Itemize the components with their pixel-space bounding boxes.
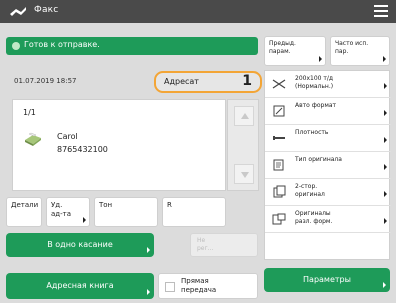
datetime: 01.07.2019 18:57 <box>14 77 77 85</box>
tone-label: Тон <box>99 201 113 209</box>
chevron-right-icon <box>384 137 387 143</box>
original-type-icon <box>273 159 284 171</box>
status-dot-icon <box>12 42 20 50</box>
fax-machine-icon <box>25 132 41 146</box>
original-type-item[interactable]: Тип оригинала <box>265 152 391 179</box>
destination-box[interactable]: 1/1 Carol 8765432100 <box>12 99 226 191</box>
main-panel: Готов к отправке. 01.07.2019 18:57 Адрес… <box>6 27 262 299</box>
menu-icon[interactable] <box>374 5 388 17</box>
chevron-right-icon <box>83 217 86 223</box>
duplex-label: 2-стор. оригинал <box>295 183 325 198</box>
arrow-up-icon <box>241 113 249 119</box>
favorite-settings-label: Часто исп. пар. <box>335 40 369 55</box>
size-item[interactable]: Авто формат <box>265 98 391 125</box>
chevron-right-icon <box>384 164 387 170</box>
delete-destination-label: Уд. ад-та <box>51 201 72 218</box>
address-book-label: Адресная книга <box>46 281 114 290</box>
duplex-icon <box>273 185 286 198</box>
app-title: Факс <box>34 5 59 15</box>
addressee-label: Адресат <box>164 77 199 86</box>
resolution-label: 200x100 т/д (Нормальн.) <box>295 75 334 90</box>
density-item[interactable]: Плотность <box>265 125 391 152</box>
chevron-right-icon <box>147 247 150 253</box>
status-text: Готов к отправке. <box>24 40 100 49</box>
parameters-button[interactable]: Параметры <box>264 268 390 292</box>
destination-number: 8765432100 <box>57 145 108 154</box>
title-bar: Факс <box>0 0 396 23</box>
favorite-settings-button[interactable]: Часто исп. пар. <box>330 36 390 66</box>
addressee-count: 1 <box>242 73 252 89</box>
chevron-right-icon <box>319 56 322 62</box>
previous-settings-label: Предыд. парам. <box>269 40 296 55</box>
chevron-right-icon <box>384 218 387 224</box>
chevron-right-icon <box>147 289 150 295</box>
parameters-label: Параметры <box>303 275 351 284</box>
format-icon <box>273 105 285 117</box>
destination-scroll[interactable] <box>227 99 259 191</box>
direct-send-toggle[interactable]: Прямая передача <box>158 273 258 299</box>
previous-settings-button[interactable]: Предыд. парам. <box>264 36 326 66</box>
r-label: R <box>167 201 172 209</box>
one-touch-label: В одно касание <box>47 240 113 249</box>
chevron-right-icon <box>384 110 387 116</box>
r-button[interactable]: R <box>162 197 226 227</box>
addressee-button[interactable]: Адресат 1 <box>154 71 262 93</box>
details-label: Детали <box>11 201 39 209</box>
chevron-right-icon <box>384 83 387 89</box>
delete-destination-button[interactable]: Уд. ад-та <box>46 197 90 227</box>
chevron-right-icon <box>384 191 387 197</box>
status-bar: Готов к отправке. <box>6 37 258 55</box>
destination-page: 1/1 <box>23 108 36 117</box>
one-touch-button[interactable]: В одно касание <box>6 233 154 257</box>
direct-send-label: Прямая передача <box>181 277 217 294</box>
resolution-icon <box>272 79 286 89</box>
density-label: Плотность <box>295 129 329 136</box>
mixed-originals-label: Оригиналы разл. форм. <box>295 210 333 225</box>
mixed-originals-item[interactable]: Оригиналы разл. форм. <box>265 206 391 233</box>
original-type-label: Тип оригинала <box>295 156 342 163</box>
direct-send-checkbox[interactable] <box>165 282 175 292</box>
chevron-right-icon <box>383 56 386 62</box>
unregistered-button: Не рег... <box>190 233 258 257</box>
mixed-originals-icon <box>272 213 286 225</box>
duplex-item[interactable]: 2-стор. оригинал <box>265 179 391 206</box>
format-label: Авто формат <box>295 102 337 109</box>
chevron-right-icon <box>383 282 386 288</box>
destination-name: Carol <box>57 132 78 141</box>
settings-list: 200x100 т/д (Нормальн.) Авто формат Плот… <box>264 70 391 260</box>
resolution-item[interactable]: 200x100 т/д (Нормальн.) <box>265 71 391 98</box>
scroll-down-button[interactable] <box>234 164 254 184</box>
right-panel: Предыд. парам. Часто исп. пар. 200x100 т… <box>264 36 391 292</box>
fax-icon <box>10 7 26 16</box>
unregistered-label: Не рег... <box>197 237 214 252</box>
scroll-up-button[interactable] <box>234 106 254 126</box>
tone-button[interactable]: Тон <box>94 197 158 227</box>
details-button[interactable]: Детали <box>6 197 42 227</box>
density-icon <box>273 136 285 140</box>
address-book-button[interactable]: Адресная книга <box>6 273 154 299</box>
arrow-down-icon <box>241 172 249 178</box>
